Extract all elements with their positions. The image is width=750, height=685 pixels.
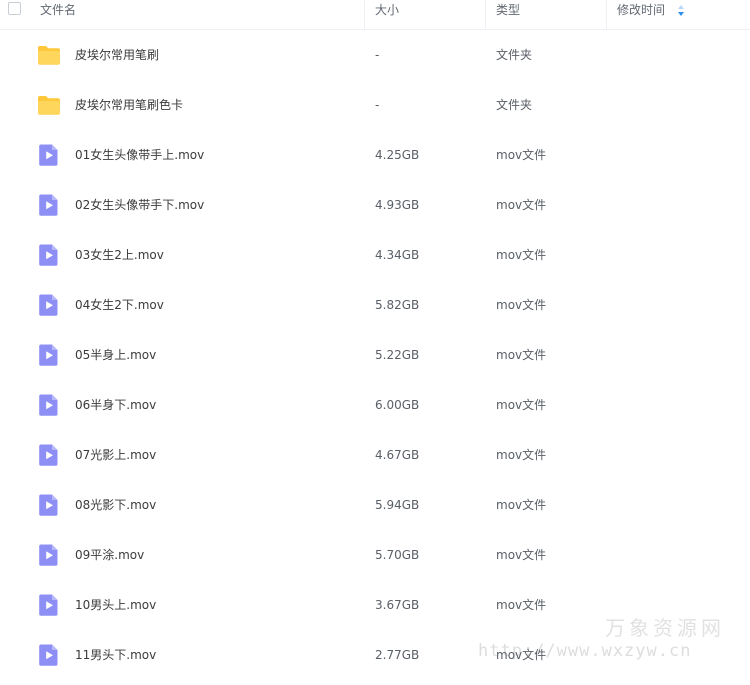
watermark-url: http://www.wxzyw.cn — [478, 641, 692, 661]
file-type: 文件夹 — [496, 98, 533, 112]
file-size: 6.00GB — [375, 398, 420, 412]
column-divider[interactable] — [606, 0, 607, 30]
file-size: 4.34GB — [375, 248, 420, 262]
file-type: mov文件 — [496, 348, 547, 362]
sort-arrow-icon[interactable] — [678, 5, 684, 16]
file-size: - — [375, 48, 380, 62]
file-name[interactable]: 皮埃尔常用笔刷 — [75, 46, 159, 64]
video-file-icon — [37, 143, 61, 167]
file-size: 4.93GB — [375, 198, 420, 212]
file-type: mov文件 — [496, 598, 547, 612]
file-name[interactable]: 08光影下.mov — [75, 496, 156, 514]
file-type: mov文件 — [496, 548, 547, 562]
file-name[interactable]: 皮埃尔常用笔刷色卡 — [75, 96, 183, 114]
file-name[interactable]: 03女生2上.mov — [75, 246, 164, 264]
file-name[interactable]: 09平涂.mov — [75, 546, 144, 564]
file-type: mov文件 — [496, 448, 547, 462]
file-size: 3.67GB — [375, 598, 420, 612]
column-header-type[interactable]: 类型 — [496, 0, 520, 30]
file-row[interactable]: 07光影上.mov 4.67GB mov文件 — [0, 430, 750, 480]
folder-icon — [37, 93, 61, 117]
file-name[interactable]: 07光影上.mov — [75, 446, 156, 464]
file-row[interactable]: 02女生头像带手下.mov 4.93GB mov文件 — [0, 180, 750, 230]
file-row[interactable]: 06半身下.mov 6.00GB mov文件 — [0, 380, 750, 430]
video-file-icon — [37, 293, 61, 317]
file-name[interactable]: 01女生头像带手上.mov — [75, 146, 204, 164]
video-file-icon — [37, 193, 61, 217]
file-list-header: 文件名 大小 类型 修改时间 — [0, 0, 750, 30]
column-divider[interactable] — [485, 0, 486, 30]
file-row[interactable]: 09平涂.mov 5.70GB mov文件 — [0, 530, 750, 580]
file-name[interactable]: 11男头下.mov — [75, 646, 156, 664]
file-type: 文件夹 — [496, 48, 533, 62]
file-size: 4.67GB — [375, 448, 420, 462]
folder-row[interactable]: 皮埃尔常用笔刷色卡 - 文件夹 — [0, 80, 750, 130]
video-file-icon — [37, 543, 61, 567]
file-size: 5.70GB — [375, 548, 420, 562]
video-file-icon — [37, 393, 61, 417]
file-row[interactable]: 01女生头像带手上.mov 4.25GB mov文件 — [0, 130, 750, 180]
column-header-modified-time[interactable]: 修改时间 — [617, 0, 665, 30]
video-file-icon — [37, 443, 61, 467]
column-divider[interactable] — [364, 0, 365, 30]
file-type: mov文件 — [496, 498, 547, 512]
folder-icon — [37, 43, 61, 67]
file-type: mov文件 — [496, 248, 547, 262]
file-size: - — [375, 98, 380, 112]
file-row[interactable]: 05半身上.mov 5.22GB mov文件 — [0, 330, 750, 380]
file-size: 4.25GB — [375, 148, 420, 162]
file-size: 5.22GB — [375, 348, 420, 362]
file-type: mov文件 — [496, 398, 547, 412]
video-file-icon — [37, 593, 61, 617]
file-row[interactable]: 04女生2下.mov 5.82GB mov文件 — [0, 280, 750, 330]
folder-row[interactable]: 皮埃尔常用笔刷 - 文件夹 — [0, 30, 750, 80]
select-all-checkbox[interactable] — [8, 2, 21, 15]
file-row[interactable]: 03女生2上.mov 4.34GB mov文件 — [0, 230, 750, 280]
column-header-name[interactable]: 文件名 — [40, 0, 76, 30]
video-file-icon — [37, 343, 61, 367]
file-size: 5.94GB — [375, 498, 420, 512]
file-size: 5.82GB — [375, 298, 420, 312]
file-name[interactable]: 02女生头像带手下.mov — [75, 196, 204, 214]
file-name[interactable]: 06半身下.mov — [75, 396, 156, 414]
video-file-icon — [37, 243, 61, 267]
video-file-icon — [37, 493, 61, 517]
file-name[interactable]: 10男头上.mov — [75, 596, 156, 614]
file-type: mov文件 — [496, 298, 547, 312]
file-type: mov文件 — [496, 198, 547, 212]
file-size: 2.77GB — [375, 648, 420, 662]
watermark-title: 万象资源网 — [605, 616, 725, 640]
file-type: mov文件 — [496, 148, 547, 162]
video-file-icon — [37, 643, 61, 667]
column-header-size[interactable]: 大小 — [375, 0, 399, 30]
file-name[interactable]: 04女生2下.mov — [75, 296, 164, 314]
file-name[interactable]: 05半身上.mov — [75, 346, 156, 364]
file-row[interactable]: 08光影下.mov 5.94GB mov文件 — [0, 480, 750, 530]
